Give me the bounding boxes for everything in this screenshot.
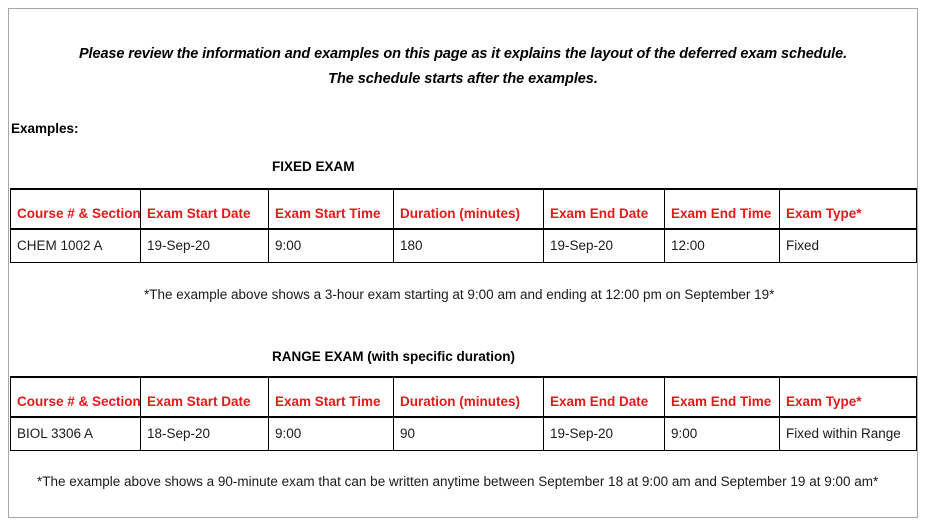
cell-end-date: 19-Sep-20 — [543, 417, 665, 451]
cell-start-time: 9:00 — [268, 229, 394, 263]
cell-exam-type: Fixed within Range — [779, 417, 917, 451]
column-header-duration: Duration (minutes) — [393, 376, 544, 418]
page-content: Please review the information and exampl… — [9, 9, 917, 517]
cell-end-time: 12:00 — [664, 229, 780, 263]
cell-start-time: 9:00 — [268, 417, 394, 451]
cell-course: BIOL 3306 A — [10, 417, 141, 451]
section-caption-fixed-exam: FIXED EXAM — [272, 159, 355, 174]
table-row: CHEM 1002 A 19-Sep-20 9:00 180 19-Sep-20… — [10, 229, 917, 263]
cell-end-time: 9:00 — [664, 417, 780, 451]
footnote-range-exam: *The example above shows a 90-minute exa… — [37, 474, 879, 489]
intro-paragraph: Please review the information and exampl… — [9, 9, 917, 92]
cell-duration: 90 — [393, 417, 544, 451]
table-header-row: Course # & Section Exam Start Date Exam … — [10, 376, 917, 418]
table-row: BIOL 3306 A 18-Sep-20 9:00 90 19-Sep-20 … — [10, 417, 917, 451]
footnote-fixed-exam: *The example above shows a 3-hour exam s… — [144, 287, 775, 302]
column-header-end-date: Exam End Date — [543, 188, 665, 230]
fixed-exam-table: Course # & Section Exam Start Date Exam … — [10, 188, 917, 263]
intro-line-2: The schedule starts after the examples. — [328, 71, 598, 87]
column-header-course: Course # & Section — [10, 376, 141, 418]
section-caption-range-exam: RANGE EXAM (with specific duration) — [272, 349, 516, 364]
cell-start-date: 18-Sep-20 — [140, 417, 269, 451]
column-header-end-date: Exam End Date — [543, 376, 665, 418]
column-header-end-time: Exam End Time — [664, 188, 780, 230]
column-header-exam-type: Exam Type* — [779, 376, 917, 418]
range-exam-table: Course # & Section Exam Start Date Exam … — [10, 376, 917, 451]
column-header-start-time: Exam Start Time — [268, 188, 394, 230]
column-header-exam-type: Exam Type* — [779, 188, 917, 230]
column-header-start-date: Exam Start Date — [140, 376, 269, 418]
cell-course: CHEM 1002 A — [10, 229, 141, 263]
document-page: Please review the information and exampl… — [0, 0, 926, 531]
column-header-course: Course # & Section — [10, 188, 141, 230]
column-header-duration: Duration (minutes) — [393, 188, 544, 230]
column-header-start-date: Exam Start Date — [140, 188, 269, 230]
cell-duration: 180 — [393, 229, 544, 263]
cell-start-date: 19-Sep-20 — [140, 229, 269, 263]
column-header-start-time: Exam Start Time — [268, 376, 394, 418]
cell-end-date: 19-Sep-20 — [543, 229, 665, 263]
intro-line-1: Please review the information and exampl… — [78, 46, 847, 62]
column-header-end-time: Exam End Time — [664, 376, 780, 418]
cell-exam-type: Fixed — [779, 229, 917, 263]
table-header-row: Course # & Section Exam Start Date Exam … — [10, 188, 917, 230]
examples-label: Examples: — [11, 121, 79, 136]
